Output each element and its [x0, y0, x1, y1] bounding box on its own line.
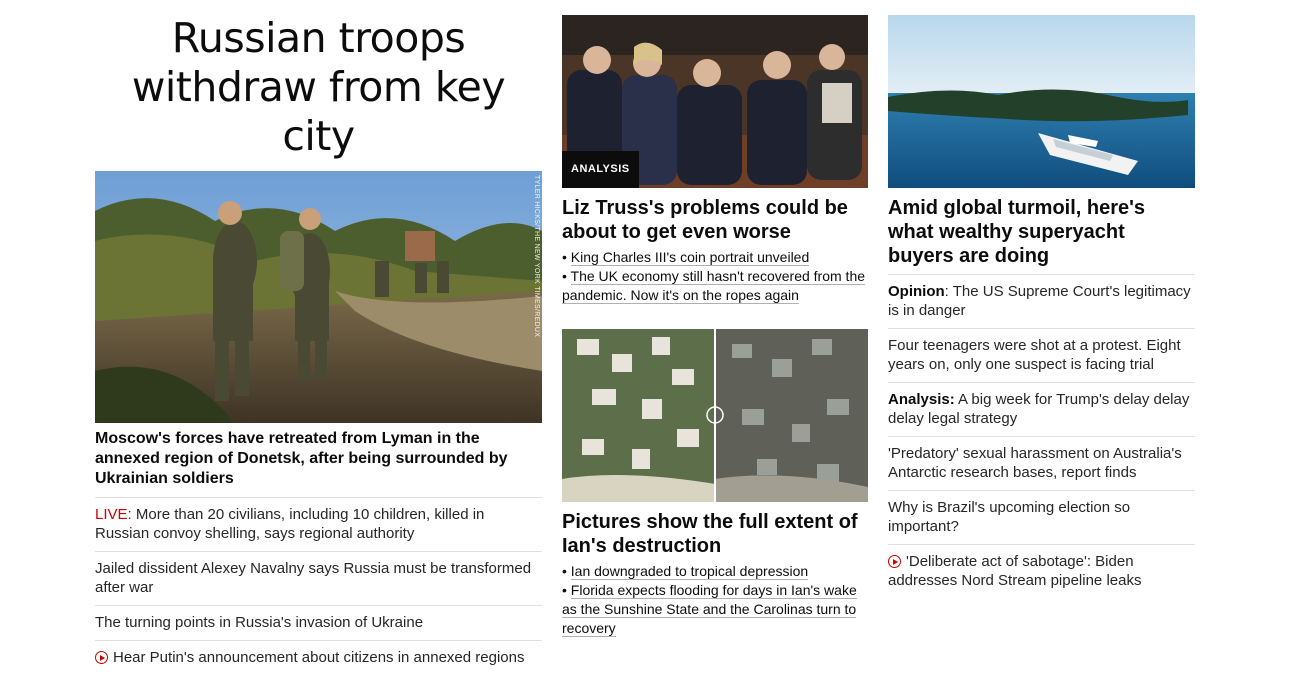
- list-item[interactable]: Opinion: The US Supreme Court's legitima…: [888, 274, 1195, 328]
- list-item-text: The turning points in Russia's invasion …: [95, 614, 424, 631]
- soldiers-photo[interactable]: TYLER HICKS/THE NEW YORK TIMES/REDUX: [95, 171, 542, 423]
- sublink-item: • Ian downgraded to tropical depression: [562, 563, 809, 580]
- list-item-text: Jailed dissident Alexey Navalny says Rus…: [95, 560, 532, 596]
- live-label: LIVE:: [95, 506, 132, 523]
- photo-credit: TYLER HICKS/THE NEW YORK TIMES/REDUX: [533, 175, 540, 338]
- list-item[interactable]: 'Deliberate act of sabotage': Biden addr…: [888, 544, 1195, 598]
- truss-sublinks: • King Charles III's coin portrait unvei…: [562, 248, 868, 305]
- hurricane-aerial-art: [562, 329, 868, 502]
- soldiers-photo-art: [95, 171, 542, 423]
- sublink[interactable]: Ian downgraded to tropical depression: [570, 563, 809, 580]
- superyacht-photo-art: [888, 15, 1195, 188]
- list-item-text: Why is Brazil's upcoming election so imp…: [888, 499, 1131, 535]
- sublink[interactable]: The UK economy still hasn't recovered fr…: [562, 268, 866, 304]
- list-item-text: 'Deliberate act of sabotage': Biden addr…: [888, 553, 1142, 589]
- superyacht-photo[interactable]: [888, 15, 1195, 188]
- sublink-item: • Florida expects flooding for days in I…: [562, 582, 857, 637]
- sublink-item: • King Charles III's coin portrait unvei…: [562, 249, 810, 266]
- superyacht-headline[interactable]: Amid global turmoil, here's what wealthy…: [888, 196, 1195, 268]
- middle-column: ANALYSIS Liz Truss's problems could be a…: [562, 0, 868, 638]
- lead-headline[interactable]: Russian troops withdraw from key city: [95, 14, 542, 161]
- list-item-text: Hear Putin's announcement about citizens…: [113, 649, 525, 666]
- play-icon: [888, 555, 901, 568]
- opinion-label: Opinion: [888, 283, 945, 300]
- list-item-text: 'Predatory' sexual harassment on Austral…: [888, 445, 1182, 481]
- lead-caption[interactable]: Moscow's forces have retreated from Lyma…: [95, 429, 542, 489]
- list-item[interactable]: Hear Putin's announcement about citizens…: [95, 640, 542, 675]
- list-item[interactable]: LIVE: More than 20 civilians, including …: [95, 497, 542, 551]
- sublink-item: • The UK economy still hasn't recovered …: [562, 268, 866, 304]
- ian-sublinks: • Ian downgraded to tropical depression …: [562, 562, 868, 638]
- list-item[interactable]: Jailed dissident Alexey Navalny says Rus…: [95, 551, 542, 605]
- right-links: Opinion: The US Supreme Court's legitima…: [888, 274, 1195, 598]
- analysis-badge: ANALYSIS: [562, 151, 639, 188]
- ian-headline[interactable]: Pictures show the full extent of Ian's d…: [562, 510, 868, 558]
- lead-story: Russian troops withdraw from key city TY…: [95, 0, 542, 675]
- hurricane-aerial-photo[interactable]: [562, 329, 868, 502]
- related-links: LIVE: More than 20 civilians, including …: [95, 497, 542, 675]
- right-column: Amid global turmoil, here's what wealthy…: [888, 0, 1195, 598]
- list-item-text: More than 20 civilians, including 10 chi…: [95, 506, 485, 542]
- sublink[interactable]: Florida expects flooding for days in Ian…: [562, 582, 857, 637]
- list-item-text: Four teenagers were shot at a protest. E…: [888, 337, 1181, 373]
- parliament-photo[interactable]: ANALYSIS: [562, 15, 868, 188]
- sublink[interactable]: King Charles III's coin portrait unveile…: [570, 249, 810, 266]
- list-item[interactable]: Four teenagers were shot at a protest. E…: [888, 328, 1195, 382]
- analysis-label: Analysis:: [888, 391, 955, 408]
- list-item[interactable]: The turning points in Russia's invasion …: [95, 605, 542, 640]
- truss-headline[interactable]: Liz Truss's problems could be about to g…: [562, 196, 868, 244]
- list-item[interactable]: Why is Brazil's upcoming election so imp…: [888, 490, 1195, 544]
- list-item[interactable]: 'Predatory' sexual harassment on Austral…: [888, 436, 1195, 490]
- list-item[interactable]: Analysis: A big week for Trump's delay d…: [888, 382, 1195, 436]
- play-icon: [95, 651, 108, 664]
